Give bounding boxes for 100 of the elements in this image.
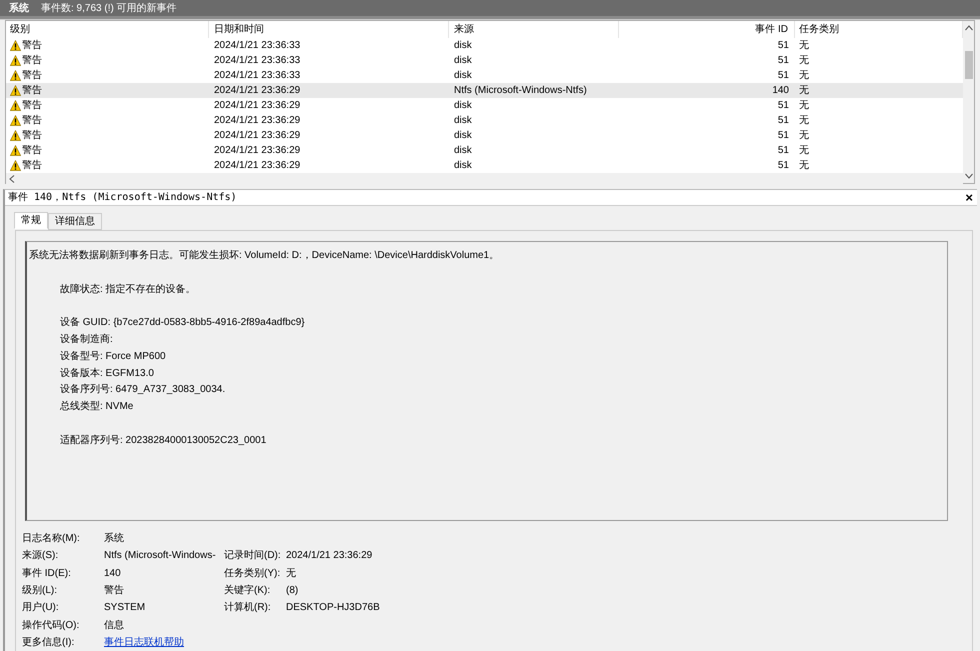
table-cell-text: 警告 bbox=[22, 54, 42, 68]
table-cell-text: 2024/1/21 23:36:29 bbox=[213, 129, 302, 143]
column-header[interactable]: 来源 bbox=[449, 21, 619, 38]
field-label: 日志名称(M): bbox=[22, 532, 81, 546]
event-row[interactable]: 警告 2024/1/21 23:36:33 disk 51 无 bbox=[6, 68, 963, 83]
scroll-left-icon[interactable] bbox=[9, 174, 15, 182]
field-label: 事件 ID(E): bbox=[22, 566, 72, 581]
field-label: 更多信息(I): bbox=[22, 636, 76, 650]
event-row[interactable]: 警告 2024/1/21 23:36:33 disk 51 无 bbox=[6, 38, 963, 53]
table-cell-text: 2024/1/21 23:36:33 bbox=[213, 69, 302, 83]
table-cell-text: 无 bbox=[798, 39, 810, 53]
scroll-up-icon[interactable] bbox=[964, 25, 972, 31]
table-cell-text: 51 bbox=[776, 144, 790, 158]
table-cell-text: disk bbox=[453, 69, 473, 83]
event-row[interactable]: 警告 2024/1/21 23:36:29 disk 51 无 bbox=[6, 113, 963, 128]
warning-icon bbox=[10, 115, 21, 126]
field-label: 操作代码(O): bbox=[22, 618, 80, 633]
event-row[interactable]: 警告 2024/1/21 23:36:29 Ntfs (Microsoft-Windows-Ntfs) 140 无 bbox=[6, 83, 963, 98]
field-value: 警告 bbox=[104, 584, 125, 598]
table-cell-text: 2024/1/21 23:36:29 bbox=[213, 84, 302, 98]
warning-icon bbox=[10, 85, 21, 96]
description-line: 设备制造商: bbox=[60, 332, 113, 347]
warning-icon bbox=[10, 40, 21, 51]
table-cell-text: disk bbox=[453, 159, 473, 173]
table-cell-text: disk bbox=[453, 144, 473, 158]
field-label: 关键字(K): bbox=[224, 584, 272, 598]
table-cell-text: 警告 bbox=[22, 158, 42, 173]
table-cell-text: Ntfs (Microsoft-Windows-Ntfs) bbox=[453, 84, 588, 98]
table-cell-text: disk bbox=[453, 54, 473, 68]
description-line: 总线类型: NVMe bbox=[60, 400, 134, 414]
log-name: 系统 bbox=[9, 2, 30, 16]
table-cell-text: 2024/1/21 23:36:29 bbox=[213, 159, 302, 173]
table-cell-text: 2024/1/21 23:36:29 bbox=[213, 99, 302, 113]
tab[interactable]: 常规 bbox=[14, 212, 48, 229]
close-button[interactable]: × bbox=[965, 191, 973, 204]
table-cell-text: disk bbox=[453, 99, 473, 113]
event-row[interactable]: 警告 2024/1/21 23:36:29 disk 51 无 bbox=[6, 98, 963, 113]
table-cell-text: disk bbox=[453, 114, 473, 128]
description-line: 适配器序列号: 20238284000130052C23_0001 bbox=[60, 434, 266, 448]
table-cell-text: 140 bbox=[771, 84, 790, 98]
description-line: 系统无法将数据刷新到事务日志。可能发生损坏: VolumeId: D:，DeviceName: \Device\HarddiskVolume1。 bbox=[29, 248, 500, 263]
event-count: 事件数: 9,763 (!) 可用的新事件 bbox=[41, 2, 177, 16]
field-value: 无 bbox=[286, 566, 296, 581]
table-cell-text: 51 bbox=[776, 39, 790, 53]
table-cell-text: 警告 bbox=[22, 38, 42, 53]
table-cell-text: 无 bbox=[798, 54, 810, 68]
tab[interactable]: 详细信息 bbox=[48, 213, 102, 230]
help-link[interactable]: 事件日志联机帮助 bbox=[104, 634, 184, 650]
warning-icon bbox=[10, 160, 21, 171]
table-cell-text: 无 bbox=[798, 84, 810, 98]
table-cell-text: disk bbox=[453, 39, 473, 53]
field-value: SYSTEM bbox=[104, 601, 146, 616]
warning-icon bbox=[10, 70, 21, 81]
table-cell-text: 51 bbox=[776, 54, 790, 68]
column-header[interactable]: 级别 bbox=[6, 21, 209, 38]
field-label: 来源(S): bbox=[22, 548, 60, 564]
table-cell-text: 51 bbox=[776, 99, 790, 113]
event-row[interactable]: 警告 2024/1/21 23:36:29 disk 51 无 bbox=[6, 143, 963, 158]
field-value: 2024/1/21 23:36:29 bbox=[286, 549, 372, 564]
field-value: (8) bbox=[286, 584, 298, 598]
table-cell-text: 2024/1/21 23:36:29 bbox=[213, 114, 302, 128]
table-cell-text: 51 bbox=[776, 159, 790, 173]
field-value: DESKTOP-HJ3D76B bbox=[286, 601, 380, 616]
vertical-scrollbar[interactable] bbox=[963, 21, 974, 183]
field-value: 信息 bbox=[104, 618, 125, 633]
table-cell-text: 无 bbox=[798, 99, 810, 113]
table-cell-text: 警告 bbox=[22, 68, 42, 83]
field-label: 级别(L): bbox=[22, 584, 58, 598]
description-line: 故障状态: 指定不存在的设备。 bbox=[60, 282, 196, 297]
table-cell-text: 51 bbox=[776, 129, 790, 143]
event-row[interactable]: 警告 2024/1/21 23:36:29 disk 51 无 bbox=[6, 158, 963, 173]
table-cell-text: 警告 bbox=[22, 128, 42, 143]
table-cell-text: 无 bbox=[798, 69, 810, 83]
table-cell-text: 无 bbox=[798, 159, 810, 173]
field-value: 140 bbox=[104, 566, 122, 581]
column-header[interactable]: 日期和时间 bbox=[209, 21, 449, 38]
field-label: 用户(U): bbox=[22, 600, 60, 616]
warning-icon bbox=[10, 55, 21, 66]
table-cell-text: 警告 bbox=[22, 84, 42, 98]
table-cell-text: 无 bbox=[798, 114, 810, 128]
description-line: 设备序列号: 6479_A737_3083_0034. bbox=[60, 382, 226, 398]
field-value: 系统 bbox=[104, 532, 125, 546]
table-cell-text: 2024/1/21 23:36:29 bbox=[213, 144, 302, 158]
event-row[interactable]: 警告 2024/1/21 23:36:29 disk 51 无 bbox=[6, 128, 963, 143]
table-cell-text: 警告 bbox=[22, 144, 42, 158]
table-cell-text: 2024/1/21 23:36:33 bbox=[213, 54, 302, 68]
field-value: Ntfs (Microsoft-Windows- bbox=[104, 549, 217, 564]
description-line: 设备型号: Force MP600 bbox=[60, 350, 166, 364]
field-label: 计算机(R): bbox=[224, 600, 272, 616]
table-cell-text: 无 bbox=[798, 129, 810, 143]
detail-title: 事件 140，Ntfs (Microsoft-Windows-Ntfs) bbox=[8, 190, 238, 205]
table-cell-text: 51 bbox=[776, 69, 790, 83]
field-label: 任务类别(Y): bbox=[224, 566, 282, 581]
event-row[interactable]: 警告 2024/1/21 23:36:33 disk 51 无 bbox=[6, 53, 963, 68]
scroll-thumb[interactable] bbox=[964, 51, 972, 79]
column-header[interactable]: 事件 ID bbox=[619, 21, 795, 38]
description-line: 设备版本: EGFM13.0 bbox=[60, 366, 154, 381]
description-line: 设备 GUID: {b7ce27dd-0583-8bb5-4916-2f89a4adfbc9} bbox=[60, 316, 305, 330]
scroll-down-icon[interactable] bbox=[964, 173, 972, 179]
table-cell-text: 警告 bbox=[22, 114, 42, 128]
